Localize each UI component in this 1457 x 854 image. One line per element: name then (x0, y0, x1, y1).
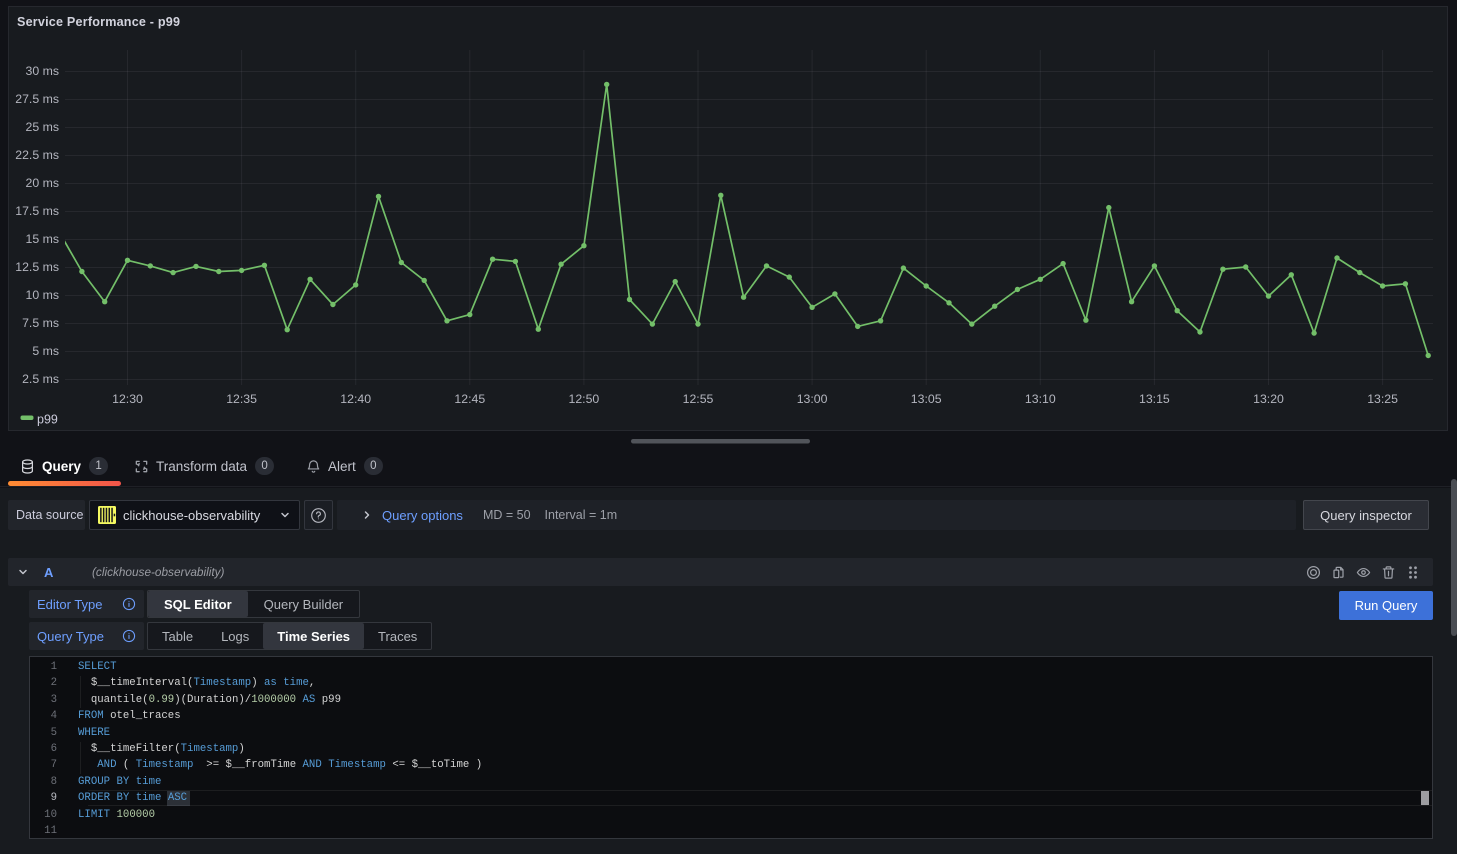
svg-text:13:25: 13:25 (1367, 392, 1398, 406)
svg-text:7.5 ms: 7.5 ms (22, 316, 59, 330)
svg-text:5 ms: 5 ms (32, 344, 59, 358)
svg-text:13:00: 13:00 (797, 392, 828, 406)
svg-text:12:30: 12:30 (112, 392, 143, 406)
svg-text:12:40: 12:40 (340, 392, 371, 406)
svg-text:20 ms: 20 ms (26, 176, 60, 190)
svg-text:13:20: 13:20 (1253, 392, 1284, 406)
svg-text:17.5 ms: 17.5 ms (15, 204, 59, 218)
svg-text:22.5 ms: 22.5 ms (15, 148, 59, 162)
svg-text:12:55: 12:55 (683, 392, 714, 406)
svg-text:2.5 ms: 2.5 ms (22, 372, 59, 386)
svg-text:Service Performance - p99: Service Performance - p99 (17, 15, 180, 29)
svg-text:12.5 ms: 12.5 ms (15, 260, 59, 274)
svg-text:15 ms: 15 ms (26, 232, 60, 246)
svg-text:p99: p99 (37, 413, 58, 427)
svg-text:13:05: 13:05 (911, 392, 942, 406)
svg-text:10 ms: 10 ms (26, 288, 60, 302)
svg-text:12:35: 12:35 (226, 392, 257, 406)
svg-text:30 ms: 30 ms (26, 64, 60, 78)
svg-text:25 ms: 25 ms (26, 120, 60, 134)
svg-text:12:50: 12:50 (569, 392, 600, 406)
svg-text:12:45: 12:45 (454, 392, 485, 406)
svg-text:13:10: 13:10 (1025, 392, 1056, 406)
svg-text:13:15: 13:15 (1139, 392, 1170, 406)
svg-text:27.5 ms: 27.5 ms (15, 92, 59, 106)
